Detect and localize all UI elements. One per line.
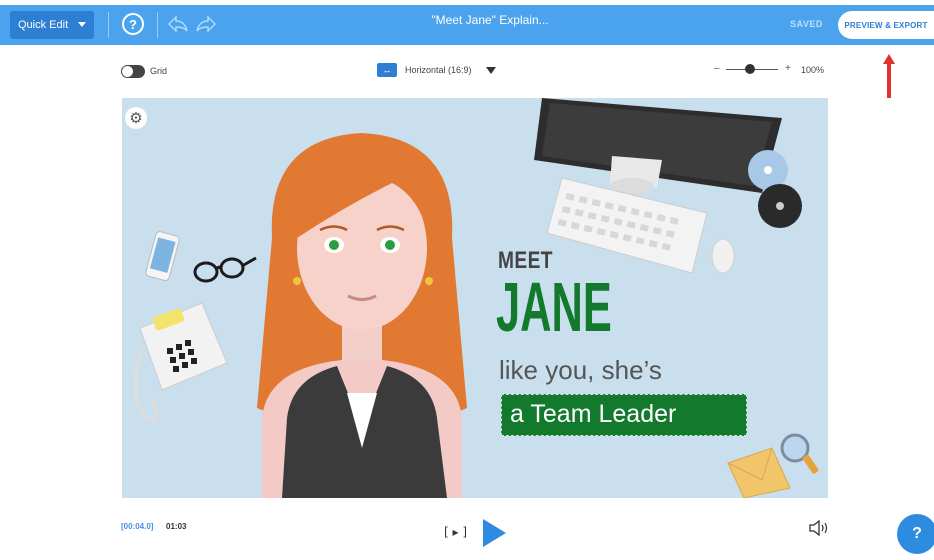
grid-label: Grid (150, 66, 168, 76)
desk-telephone-illustration (133, 302, 228, 423)
jane-character (257, 133, 467, 498)
grid-toggle[interactable] (121, 65, 145, 78)
envelope-illustration (727, 447, 791, 498)
help-button[interactable]: ? (897, 514, 934, 554)
monitor-illustration (534, 98, 782, 194)
document-title[interactable]: "Meet Jane" Explain... (360, 13, 620, 27)
scene-illustration (133, 98, 819, 498)
current-time: [00:04.0] (121, 522, 154, 531)
volume-icon[interactable] (808, 520, 830, 536)
glasses-illustration (193, 256, 257, 283)
mouse-illustration (711, 238, 735, 274)
frame-step-button[interactable]: [ ▸ ] (444, 525, 467, 539)
total-time: 01:03 (166, 522, 187, 531)
caret-down-icon[interactable] (486, 67, 496, 74)
phone-illustration (145, 231, 180, 281)
scene-text-team-leader[interactable]: a Team Leader (510, 400, 676, 429)
scene-text-like-you[interactable]: like you, she’s (499, 355, 662, 386)
save-status: SAVED (790, 19, 823, 29)
quick-edit-dropdown[interactable]: Quick Edit (10, 11, 94, 39)
preview-export-button[interactable]: PREVIEW & EXPORT (838, 11, 934, 39)
toolbar-divider (157, 12, 158, 38)
zoom-out-button[interactable]: – (714, 63, 720, 74)
play-icon[interactable] (483, 519, 506, 547)
zoom-slider-handle[interactable] (745, 64, 755, 74)
red-arrow-annotation (883, 54, 895, 98)
undo-icon[interactable] (167, 14, 189, 34)
chevron-down-icon (78, 22, 86, 27)
scene-canvas[interactable] (122, 98, 828, 498)
toolbar-divider (108, 12, 109, 38)
quick-edit-label: Quick Edit (18, 19, 69, 31)
gear-icon[interactable]: ⚙ (125, 107, 147, 129)
magnifier-illustration (780, 433, 819, 474)
zoom-in-button[interactable]: + (785, 63, 791, 74)
redo-icon[interactable] (195, 14, 217, 34)
zoom-value: 100% (801, 65, 825, 75)
scene-text-jane[interactable]: JANE (496, 272, 612, 342)
help-icon[interactable]: ? (122, 13, 144, 35)
resize-horizontal-icon: ↔ (377, 63, 397, 77)
orientation-select[interactable]: Horizontal (16:9) (405, 65, 472, 75)
